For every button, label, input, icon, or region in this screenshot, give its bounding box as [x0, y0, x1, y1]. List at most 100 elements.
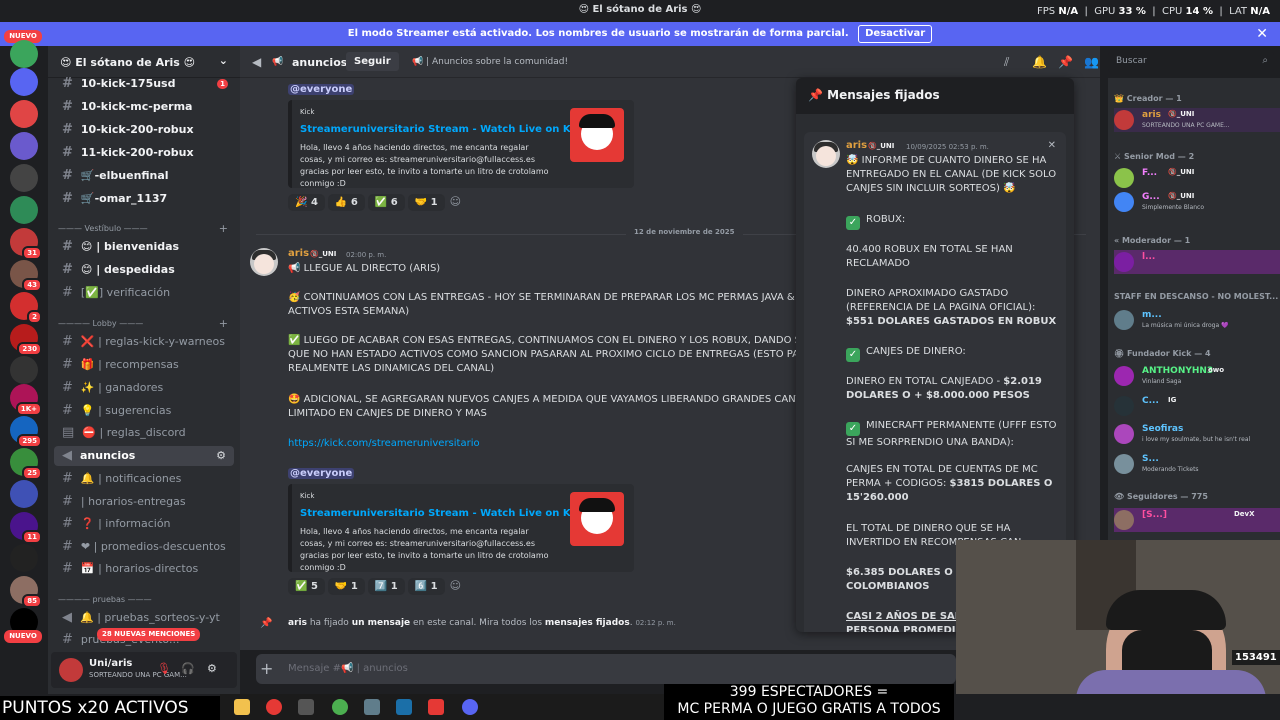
threads-icon[interactable]: ⫽ [1004, 55, 1009, 70]
server-icon[interactable]: 2 [10, 292, 42, 324]
channel-item[interactable]: # ❓ | información [54, 514, 234, 534]
everyone-mention[interactable]: @everyone [288, 468, 355, 479]
new-mentions-pill[interactable]: 28 NUEVAS MENCIONES [97, 628, 201, 641]
reaction-button[interactable]: 👍 6 [327, 194, 365, 211]
channel-item[interactable]: #10-kick-200-robux [54, 120, 234, 140]
reaction-button[interactable]: ✅ 5 [288, 578, 325, 595]
steam-icon[interactable] [396, 699, 412, 715]
chrome-icon[interactable] [332, 699, 348, 715]
server-icon[interactable]: 295 [10, 416, 42, 448]
pinned-messages-link[interactable]: mensajes fijados [545, 618, 630, 628]
channel-item[interactable]: # 🛒-elbuenfinal [54, 166, 234, 186]
server-icon[interactable] [10, 480, 38, 508]
server-icon[interactable] [10, 68, 38, 96]
avatar[interactable] [59, 658, 83, 682]
embed-title-link[interactable]: Streameruniversitario Stream - Watch Liv… [300, 508, 587, 519]
channel-item[interactable]: ▤ ⛔ | reglas_discord [54, 423, 234, 443]
channel-item[interactable]: #10-kick-175usd 1 [54, 74, 234, 94]
deactivate-button[interactable]: Desactivar [858, 25, 933, 43]
member-item[interactable]: S... Moderando Tickets [1114, 452, 1280, 476]
add-attachment-icon[interactable]: + [260, 659, 273, 678]
member-item[interactable]: F... 🔞_UNI [1114, 166, 1280, 190]
channel-item[interactable]: # ❌ | reglas-kick-y-warneos [54, 332, 234, 352]
channel-item[interactable]: # 😊 | bienvenidas [54, 237, 234, 257]
server-icon[interactable] [10, 544, 38, 572]
app-icon[interactable] [428, 699, 444, 715]
channel-item[interactable]: ◀ 🔔 | pruebas_sorteos-y-yt [54, 608, 234, 628]
server-icon[interactable] [10, 196, 38, 224]
follow-button[interactable]: Seguir [346, 52, 399, 71]
message-author[interactable]: aris [288, 248, 309, 259]
folder-icon[interactable] [234, 699, 250, 715]
reaction-button[interactable]: 6️⃣ 1 [407, 578, 445, 595]
channel-item[interactable]: #10-kick-mc-perma [54, 97, 234, 117]
reaction-button[interactable]: 7️⃣ 1 [367, 578, 405, 595]
member-item[interactable]: Seofiras i love my soulmate, but he isn't… [1114, 422, 1280, 446]
channel-item[interactable]: # | horarios-entregas [54, 492, 234, 512]
member-item[interactable]: ANTHONYHN3 owo Vinland Saga [1114, 364, 1280, 388]
category-pruebas[interactable]: ———— pruebas ——— [58, 594, 234, 606]
channel-item[interactable]: # 🎁 | recompensas [54, 355, 234, 375]
server-icon[interactable] [10, 132, 38, 160]
pinned-author[interactable]: aris [846, 140, 867, 151]
embed-title-link[interactable]: Streameruniversitario Stream - Watch Liv… [300, 124, 587, 135]
pinned-message-link[interactable]: un mensaje [352, 618, 410, 628]
category-lobby[interactable]: ———— Lobby ——— + [58, 318, 234, 330]
server-icon[interactable] [10, 100, 38, 128]
add-reaction-icon[interactable]: ☺ [450, 195, 461, 208]
member-item[interactable]: l... [1114, 250, 1280, 274]
server-icon[interactable]: 11 [10, 512, 42, 544]
reaction-button[interactable]: 🎉 4 [288, 194, 325, 211]
server-icon[interactable] [10, 164, 38, 192]
add-channel-icon[interactable]: + [219, 318, 228, 330]
settings-gear-icon[interactable]: ⚙ [207, 662, 217, 675]
server-icon[interactable]: 43 [10, 260, 42, 292]
channel-item[interactable]: # 🛒-omar_1137 [54, 189, 234, 209]
member-item[interactable]: m... La música mi única droga 💜 [1114, 308, 1280, 332]
server-icon[interactable]: 31 [10, 228, 42, 260]
discord-icon[interactable] [462, 699, 478, 715]
channel-item[interactable]: # ✨ | ganadores [54, 378, 234, 398]
embed-thumbnail[interactable] [570, 492, 624, 546]
channel-item[interactable]: # ❤ | promedios-descuentos [54, 537, 234, 557]
unpin-close-icon[interactable]: ✕ [1048, 140, 1056, 151]
reaction-button[interactable]: ✅ 6 [367, 194, 405, 211]
deafen-icon[interactable]: 🎧 [181, 662, 195, 675]
members-icon[interactable]: 👥 [1084, 55, 1099, 69]
server-icon[interactable]: 85 [10, 576, 42, 608]
opera-icon[interactable] [266, 699, 282, 715]
channel-item[interactable]: # [✅] verificación [54, 283, 234, 303]
everyone-mention[interactable]: @everyone [288, 84, 355, 95]
app-icon[interactable] [298, 699, 314, 715]
member-item[interactable]: G... 🔞_UNI Simplemente Blanco [1114, 190, 1280, 214]
kick-link[interactable]: https://kick.com/streameruniversitario [288, 438, 480, 449]
member-item[interactable]: C... IG [1114, 394, 1280, 418]
add-reaction-icon[interactable]: ☺ [450, 579, 461, 592]
add-channel-icon[interactable]: + [219, 223, 228, 235]
channel-item[interactable]: # 🔔 | notificaciones [54, 469, 234, 489]
app-icon[interactable] [364, 699, 380, 715]
channel-item[interactable]: # 😊 | despedidas [54, 260, 234, 280]
server-icon[interactable]: 1K+ [10, 384, 42, 416]
avatar[interactable] [250, 248, 278, 276]
server-icon[interactable]: 230 [10, 324, 42, 356]
reaction-button[interactable]: 🤝 1 [407, 194, 445, 211]
member-item[interactable]: [S...] DevX [1114, 508, 1280, 532]
system-author[interactable]: aris [288, 618, 307, 628]
member-item[interactable]: aris 🔞_UNI SORTEANDO UNA PC GAME... [1114, 108, 1280, 132]
pin-icon[interactable]: 📌 [1058, 55, 1073, 69]
category-vestibulo[interactable]: ——— Vestíbulo ——— + [58, 223, 234, 235]
avatar[interactable] [812, 140, 840, 168]
bell-icon[interactable]: 🔔 [1032, 55, 1047, 69]
message-input[interactable]: + Mensaje #📢 | anuncios [256, 654, 956, 684]
close-icon[interactable]: ✕ [1256, 22, 1268, 46]
search-input[interactable]: Buscar ⌕ [1108, 52, 1274, 72]
embed-thumbnail[interactable] [570, 108, 624, 162]
server-icon[interactable] [10, 356, 38, 384]
channel-item-anuncios[interactable]: ◀ anuncios ⚙ [54, 446, 234, 466]
reaction-button[interactable]: 🤝 1 [327, 578, 365, 595]
channel-item[interactable]: #11-kick-200-robux [54, 143, 234, 163]
mute-icon[interactable]: 🎙 [157, 662, 171, 675]
gear-icon[interactable]: ⚙ [216, 446, 226, 466]
server-icon[interactable] [10, 40, 38, 68]
